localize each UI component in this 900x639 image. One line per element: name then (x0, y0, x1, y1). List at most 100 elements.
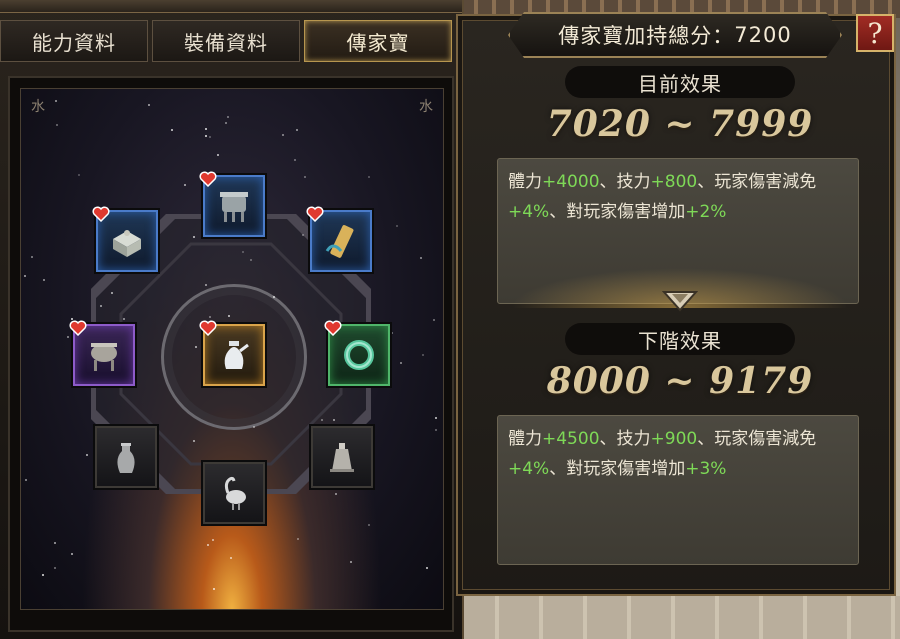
star-dot (55, 124, 58, 127)
corner-glyph-icon: 水 (419, 99, 433, 115)
heart-icon (199, 171, 217, 187)
star-dot (229, 556, 232, 559)
jade-box-icon (113, 230, 141, 257)
heirloom-slot-center[interactable] (199, 320, 265, 386)
tab-ability-info[interactable]: 能力資料 (0, 20, 148, 62)
total-score-value: 7200 (734, 23, 792, 47)
star-dot (205, 127, 208, 130)
heirloom-slot-lower-left[interactable] (95, 426, 157, 488)
effect-stat-value: +4% (508, 459, 550, 479)
porcelain-ewer-icon (224, 341, 249, 369)
effect-stat-name: 對玩家傷害增加 (566, 459, 686, 479)
heart-icon (306, 206, 324, 222)
current-score-range: 7020 ~ 7999 (546, 103, 814, 145)
star-dot (24, 479, 27, 482)
star-dot (55, 99, 58, 102)
effect-stat-value: +4000 (542, 172, 600, 192)
star-dot (293, 159, 296, 162)
jade-bracelet-icon (344, 340, 374, 370)
star-dot (432, 318, 435, 321)
effect-stat-name: 玩家傷害減免 (714, 172, 817, 192)
panel-top-strip (0, 0, 462, 13)
background-ground (455, 596, 900, 639)
tab-equipment-info[interactable]: 裝備資料 (152, 20, 300, 62)
star-dot (295, 128, 298, 131)
star-dot (171, 128, 174, 131)
help-button[interactable]: ? (856, 14, 894, 52)
crane-statue-icon (224, 476, 246, 510)
star-dot (395, 225, 398, 228)
star-dot (227, 115, 230, 118)
star-dot (205, 135, 208, 138)
effect-stat-name: 玩家傷害減免 (714, 429, 817, 449)
total-score-label: 傳家寶加持總分： (558, 24, 735, 48)
heirloom-slot-left[interactable] (69, 320, 135, 386)
star-dot (71, 552, 74, 555)
star-dot (217, 153, 220, 156)
effect-stat-name: 技力 (616, 429, 651, 449)
star-dot (23, 274, 26, 277)
star-dot (252, 425, 255, 428)
star-dot (122, 317, 125, 320)
heart-icon (324, 320, 342, 336)
heirloom-slot-right[interactable] (324, 320, 390, 386)
star-dot (148, 104, 151, 107)
star-dot (368, 176, 371, 179)
effect-stat-value: +800 (650, 172, 698, 192)
bronze-bell-icon (330, 443, 354, 472)
vase-icon (117, 443, 135, 473)
next-score-range: 8000 ~ 9179 (546, 360, 814, 402)
heirloom-slot-top[interactable] (199, 171, 265, 237)
effect-stat-name: 體力 (508, 172, 542, 192)
star-dot (78, 173, 81, 176)
star-dot (435, 428, 438, 431)
star-dot (350, 561, 353, 564)
heirloom-slot-bottom[interactable] (203, 462, 265, 524)
chevron-down-icon (662, 291, 698, 312)
next-effect-title: 下階效果 (565, 323, 795, 355)
effect-stat-value: +900 (650, 429, 698, 449)
star-dot (42, 279, 45, 282)
star-dot (212, 588, 215, 590)
total-score-banner: 傳家寶加持總分： 7200 (508, 12, 842, 58)
corner-glyph-icon: 水 (31, 99, 45, 115)
heirloom-slot-upper-left[interactable] (92, 206, 158, 272)
star-dot (85, 453, 88, 456)
next-effect-box: 體力+4500、技力+900、玩家傷害減免+4%、對玩家傷害增加+3% (497, 415, 859, 565)
star-dot (209, 135, 212, 138)
star-dot (303, 175, 306, 178)
star-dot (110, 292, 113, 295)
heirloom-slot-lower-right[interactable] (311, 426, 373, 488)
tab-heirloom[interactable]: 傳家寶 (304, 20, 452, 62)
effect-stat-name: 體力 (508, 429, 542, 449)
star-dot (53, 542, 56, 545)
effect-stat-value: +2% (685, 202, 727, 222)
star-dot (183, 183, 186, 186)
star-dot (194, 345, 197, 348)
star-dot (301, 233, 304, 236)
bamboo-scroll-icon (325, 225, 354, 258)
heart-icon (199, 320, 217, 336)
star-dot (41, 573, 44, 576)
effect-stat-name: 對玩家傷害增加 (566, 202, 686, 222)
star-dot (320, 418, 323, 421)
star-dot (420, 256, 423, 259)
tripod-cauldron-icon (91, 343, 117, 371)
star-dot (399, 361, 402, 364)
heirloom-slot-upper-right[interactable] (306, 206, 372, 272)
heart-icon (69, 320, 87, 336)
star-dot (281, 133, 284, 136)
star-dot (192, 235, 195, 238)
star-dot (225, 122, 228, 125)
star-dot (204, 283, 207, 286)
star-dot (54, 566, 57, 569)
effect-stat-value: +4% (508, 202, 550, 222)
star-dot (425, 567, 428, 570)
star-dot (334, 492, 337, 495)
star-dot (368, 524, 371, 527)
star-dot (297, 537, 299, 540)
star-dot (390, 331, 393, 334)
effect-stat-value: +4500 (542, 429, 600, 449)
star-dot (434, 416, 437, 419)
heart-icon (92, 206, 110, 222)
